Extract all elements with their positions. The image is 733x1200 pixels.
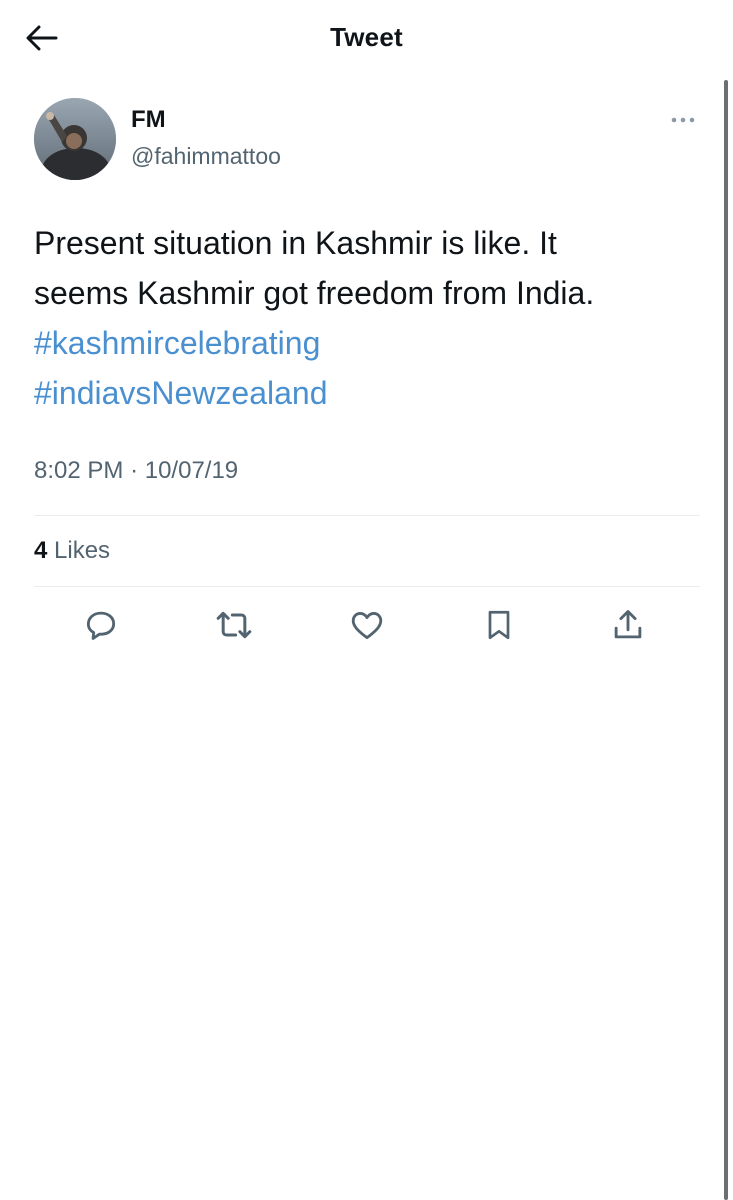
tweet-text: Present situation in Kashmir is like. It… <box>34 218 704 418</box>
likes-stat[interactable]: 4 Likes <box>34 537 110 565</box>
likes-count: 4 <box>34 537 48 564</box>
tweet-date: 10/07/19 <box>144 457 239 484</box>
like-button[interactable] <box>344 602 390 648</box>
reply-button[interactable] <box>78 602 124 648</box>
more-dots-icon <box>671 117 695 123</box>
bookmark-icon <box>488 610 510 640</box>
hashtag-link[interactable]: #indiavsNewzealand <box>34 368 704 418</box>
share-icon <box>614 610 642 639</box>
action-bar <box>0 602 733 650</box>
like-icon <box>351 612 383 640</box>
tweet-time: 8:02 PM <box>34 457 124 484</box>
tweet-text-line: Present situation in Kashmir is like. It <box>34 225 557 261</box>
retweet-button[interactable] <box>211 602 257 648</box>
likes-label: Likes <box>54 537 111 564</box>
retweet-icon <box>216 611 252 639</box>
more-options-button[interactable] <box>668 110 698 130</box>
author-handle[interactable]: @fahimmattoo <box>131 143 281 170</box>
tweet-text-line: seems Kashmir got freedom from India. <box>34 275 595 311</box>
profile-photo <box>34 98 116 180</box>
divider <box>34 515 700 516</box>
share-button[interactable] <box>605 602 651 648</box>
top-bar: Tweet <box>0 0 733 78</box>
hashtag-link[interactable]: #kashmircelebrating <box>34 318 704 368</box>
author-name[interactable]: FM <box>131 106 166 134</box>
tweet-detail-screen: Tweet FM @fahimmattoo Present situation … <box>0 0 733 1200</box>
tweet-timestamp[interactable]: 8:02 PM · 10/07/19 <box>34 457 238 485</box>
bookmark-button[interactable] <box>476 602 522 648</box>
divider <box>34 586 700 587</box>
page-title: Tweet <box>330 22 403 52</box>
reply-icon <box>86 611 116 640</box>
meta-separator: · <box>130 457 139 484</box>
avatar[interactable] <box>34 98 116 180</box>
